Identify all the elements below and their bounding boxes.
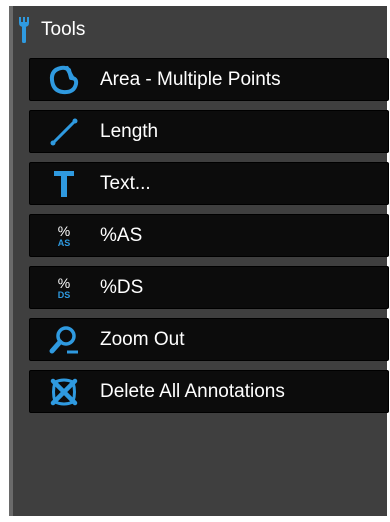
tool-label: Area - Multiple Points — [100, 68, 281, 90]
tool-delete-all-annotations[interactable]: Delete All Annotations — [29, 370, 389, 413]
tool-area-multiple-points[interactable]: Area - Multiple Points — [29, 58, 389, 101]
tool-length[interactable]: Length — [29, 110, 389, 153]
length-line-icon — [42, 114, 86, 150]
icon-text-top: % — [57, 274, 71, 291]
tool-label: Text... — [100, 172, 151, 194]
tools-panel: Tools Area - Multiple Points Length Text… — [9, 6, 389, 516]
icon-text-bottom: AS — [57, 237, 71, 248]
tool-percent-ds[interactable]: % DS %DS — [29, 266, 389, 309]
tool-text[interactable]: Text... — [29, 162, 389, 205]
percent-ds-icon: % DS — [42, 270, 86, 306]
tool-label: %AS — [100, 224, 143, 246]
tool-label: %DS — [100, 276, 144, 298]
zoom-out-icon — [42, 322, 86, 358]
text-t-icon — [42, 166, 86, 202]
tool-label: Delete All Annotations — [100, 380, 285, 402]
tool-percent-as[interactable]: % AS %AS — [29, 214, 389, 257]
tools-panel-header[interactable]: Tools — [13, 12, 85, 48]
wrench-icon — [17, 15, 31, 45]
area-lasso-icon — [42, 62, 86, 98]
tool-zoom-out[interactable]: Zoom Out — [29, 318, 389, 361]
percent-as-icon: % AS — [42, 218, 86, 254]
delete-annotations-icon — [42, 374, 86, 410]
tool-list: Area - Multiple Points Length Text... % … — [29, 58, 389, 422]
icon-text-bottom: DS — [57, 289, 71, 300]
icon-text-top: % — [57, 222, 71, 239]
tool-label: Length — [100, 120, 159, 142]
panel-title: Tools — [41, 19, 86, 40]
tool-label: Zoom Out — [100, 328, 185, 350]
